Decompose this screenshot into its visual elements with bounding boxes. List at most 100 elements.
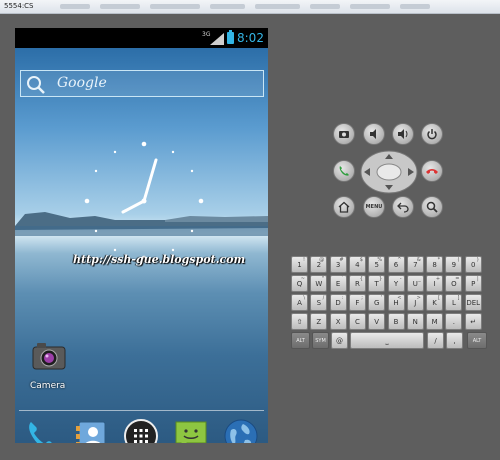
home-icon — [338, 201, 350, 213]
key-alt-label: # — [339, 257, 344, 263]
phone-screen[interactable]: 3G 8:02 Google http://ssh-gue.blogspot.c… — [15, 28, 268, 443]
key-alt-label: @ — [319, 257, 325, 263]
hardware-keyboard: 1! 2 @3 #4 $5% 6 ^ 7 & 8 * 9(0) Q ~ W " E ` R{T} Y - U _ I + O = P |… — [291, 256, 487, 349]
key-row3-2[interactable]: D: — [329, 294, 347, 311]
key-alt-right[interactable]: ALT — [467, 332, 487, 349]
home-button[interactable] — [333, 196, 355, 218]
key-row3-7[interactable]: K[ — [426, 294, 444, 311]
key-row2-5[interactable]: Y- — [387, 275, 405, 292]
analog-clock-widget[interactable] — [81, 138, 207, 264]
key-comma[interactable]: , — [446, 332, 463, 349]
key-row2-2[interactable]: E ` — [329, 275, 347, 292]
key-space[interactable]: ⎵ — [350, 332, 424, 349]
key-row4-4[interactable]: V — [368, 313, 386, 330]
key-row3-1[interactable]: S / — [310, 294, 328, 311]
key-at[interactable]: @ — [331, 332, 348, 349]
key-alt-label: | — [477, 276, 479, 282]
key-row1-5[interactable]: 6 ^ — [387, 256, 405, 273]
key-label: N — [412, 318, 418, 326]
key-label: ALT — [472, 338, 482, 344]
contacts-icon[interactable] — [73, 418, 109, 443]
phone-icon[interactable] — [23, 418, 59, 443]
app-drawer-icon[interactable] — [123, 418, 159, 443]
window-title: 5554:CS — [4, 2, 34, 10]
menu-button[interactable]: MENU — [363, 196, 385, 218]
key-row1-3[interactable]: 4 $ — [348, 256, 366, 273]
power-button[interactable] — [421, 123, 443, 145]
key-row2-9[interactable]: P | — [464, 275, 482, 292]
title-blur — [60, 4, 90, 9]
key-sym[interactable]: SYM — [312, 332, 329, 349]
key-label: . — [452, 318, 455, 326]
search-label: Google — [57, 75, 107, 91]
key-row3-4[interactable]: G ' — [368, 294, 386, 311]
key-alt-label: } — [379, 276, 383, 282]
key-row3-0[interactable]: A \ — [291, 294, 308, 311]
key-row4-9[interactable]: ↵ — [464, 313, 482, 330]
key-row2-8[interactable]: O = — [445, 275, 463, 292]
camera-button[interactable] — [333, 123, 355, 145]
key-row4-3[interactable]: C — [348, 313, 366, 330]
key-label: V — [374, 318, 380, 326]
key-row4-6[interactable]: N — [406, 313, 424, 330]
call-button[interactable] — [333, 160, 355, 182]
key-alt-left[interactable]: ALT — [291, 332, 310, 349]
key-label: ↵ — [470, 318, 477, 326]
key-row3-8[interactable]: L] — [445, 294, 463, 311]
key-alt-label: > — [416, 295, 421, 301]
end-call-button[interactable] — [421, 160, 443, 182]
key-alt-label: ( — [457, 257, 460, 263]
key-row2-3[interactable]: R{ — [348, 275, 366, 292]
key-alt-label: ) — [476, 257, 479, 263]
key-row4-7[interactable]: M — [426, 313, 444, 330]
key-row1-8[interactable]: 9( — [445, 256, 463, 273]
title-blur — [310, 4, 340, 9]
key-row1-2[interactable]: 3 # — [329, 256, 347, 273]
key-row4-0[interactable]: ⇧ — [291, 313, 308, 330]
back-icon — [397, 202, 409, 213]
key-row2-1[interactable]: W " — [310, 275, 328, 292]
messaging-icon[interactable] — [173, 418, 209, 443]
volume-down-button[interactable] — [363, 123, 385, 145]
key-row1-4[interactable]: 5% — [368, 256, 386, 273]
wallpaper: Google http://ssh-gue.blogspot.com Camer… — [15, 48, 268, 443]
volume-down-icon — [370, 129, 376, 139]
key-alt-label: _ — [418, 276, 421, 282]
key-row1-7[interactable]: 8 * — [426, 256, 444, 273]
key-row1-0[interactable]: 1! — [291, 256, 308, 273]
key-alt-label: ~ — [300, 276, 305, 282]
browser-icon[interactable] — [223, 418, 259, 443]
search-icon — [27, 76, 45, 94]
key-row1-9[interactable]: 0) — [464, 256, 482, 273]
key-row2-0[interactable]: Q ~ — [291, 275, 308, 292]
key-row3-6[interactable]: J > — [406, 294, 424, 311]
key-row4-5[interactable]: B — [387, 313, 405, 330]
key-label: ALT — [296, 338, 305, 344]
search-button[interactable] — [421, 196, 443, 218]
volume-up-button[interactable] — [392, 123, 414, 145]
key-row4-8[interactable]: . — [445, 313, 463, 330]
key-row2-4[interactable]: T} — [368, 275, 386, 292]
key-alt-label: ` — [341, 276, 344, 282]
key-row2-6[interactable]: U _ — [406, 275, 424, 292]
title-blur — [210, 4, 245, 9]
dpad-control[interactable] — [360, 150, 418, 194]
power-icon — [427, 129, 437, 140]
watermark-text: http://ssh-gue.blogspot.com — [73, 253, 246, 266]
camera-app-shortcut[interactable]: Camera — [27, 340, 72, 395]
key-row3-5[interactable]: H < — [387, 294, 405, 311]
key-row4-1[interactable]: Z — [310, 313, 328, 330]
key-label: X — [335, 318, 341, 326]
key-row3-9[interactable]: DEL — [464, 294, 482, 311]
key-row2-7[interactable]: I + — [426, 275, 444, 292]
back-button[interactable] — [392, 196, 414, 218]
key-row1-6[interactable]: 7 & — [406, 256, 424, 273]
key-row4-2[interactable]: X — [329, 313, 347, 330]
key-slash[interactable]: / — [427, 332, 444, 349]
end-call-icon — [426, 169, 438, 174]
key-row1-1[interactable]: 2 @ — [310, 256, 328, 273]
status-bar[interactable]: 3G 8:02 — [15, 28, 268, 48]
key-alt-label: ! — [302, 257, 305, 263]
key-row3-3[interactable]: F; — [348, 294, 366, 311]
google-search-bar[interactable]: Google — [20, 70, 264, 97]
